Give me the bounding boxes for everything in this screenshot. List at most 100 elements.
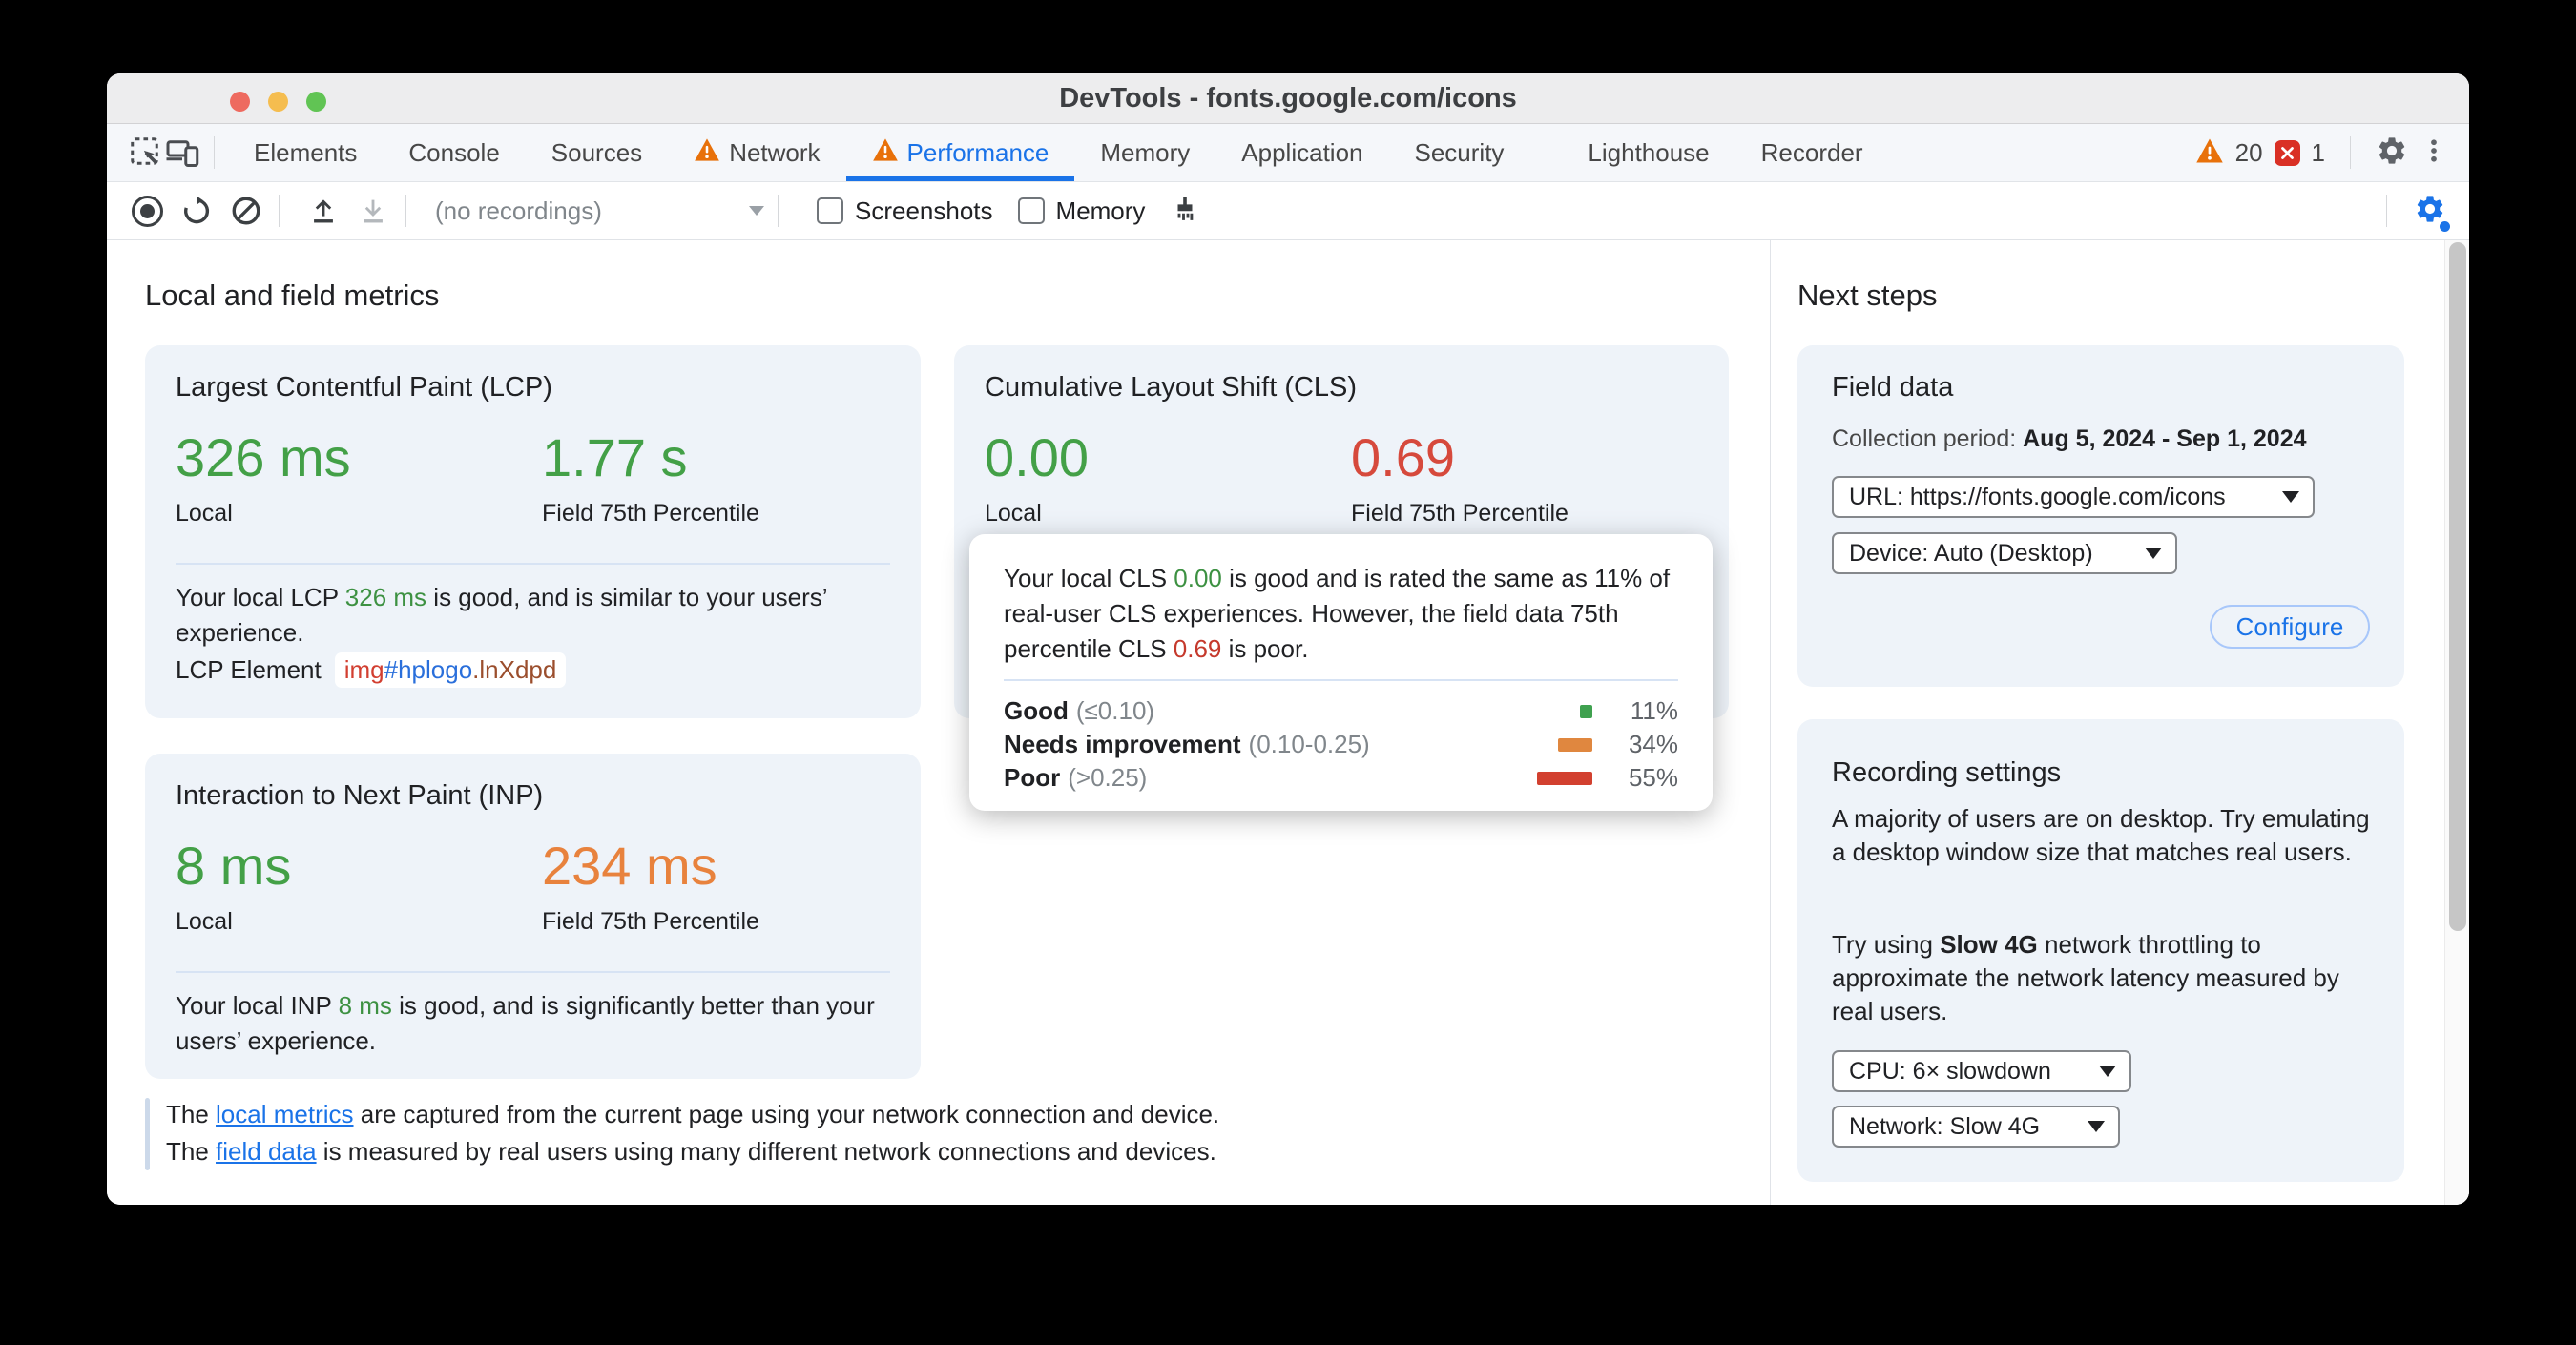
devtools-window: DevTools - fonts.google.com/icons Elemen… bbox=[107, 73, 2469, 1205]
poor-swatch bbox=[1537, 771, 1592, 785]
reload-and-record-button[interactable] bbox=[177, 192, 216, 230]
footer-line-2: The field data is measured by real users… bbox=[166, 1137, 1216, 1166]
settings-gear-icon[interactable] bbox=[2376, 134, 2408, 172]
settings-active-dot bbox=[2440, 220, 2450, 232]
inp-field-value-block: 234 ms Field 75th Percentile bbox=[542, 836, 759, 936]
titlebar: DevTools - fonts.google.com/icons bbox=[107, 73, 2469, 124]
record-button[interactable] bbox=[128, 192, 166, 230]
save-profile-icon[interactable] bbox=[354, 192, 392, 230]
footer-line-1: The local metrics are captured from the … bbox=[166, 1100, 1220, 1128]
field-data-title: Field data bbox=[1832, 372, 1954, 403]
errors-summary-icon[interactable] bbox=[2274, 139, 2300, 166]
distribution-row-poor: Poor (>0.25) 55% bbox=[1004, 763, 1678, 792]
lcp-metric-card: Largest Contentful Paint (LCP) 326 ms Lo… bbox=[145, 345, 921, 718]
screenshots-checkbox[interactable] bbox=[817, 197, 843, 224]
card-divider bbox=[176, 971, 890, 973]
lcp-local-value-block: 326 ms Local bbox=[176, 427, 351, 528]
chevron-down-icon bbox=[2088, 1121, 2105, 1132]
warnings-count: 20 bbox=[2234, 137, 2263, 167]
tab-security[interactable]: Security bbox=[1389, 124, 1530, 181]
field-device-select[interactable]: Device: Auto (Desktop) bbox=[1832, 532, 2177, 574]
memory-checkbox-group[interactable]: Memory bbox=[1017, 196, 1146, 226]
inp-field-value: 234 ms bbox=[542, 836, 717, 896]
cpu-throttling-select[interactable]: CPU: 6× slowdown bbox=[1832, 1050, 2131, 1092]
inp-local-label: Local bbox=[176, 908, 233, 935]
local-metrics-link[interactable]: local metrics bbox=[216, 1100, 353, 1128]
good-swatch bbox=[1580, 704, 1592, 718]
network-throttling-select[interactable]: Network: Slow 4G bbox=[1832, 1106, 2120, 1148]
next-steps-heading: Next steps bbox=[1797, 279, 1938, 312]
memory-label: Memory bbox=[1055, 196, 1146, 225]
configure-button[interactable]: Configure bbox=[2210, 605, 2370, 649]
cls-distribution-rows: Good (≤0.10) 11% Needs improvement (0.10-0… bbox=[1004, 694, 1678, 795]
inp-description: Your local INP 8 ms is good, and is sign… bbox=[176, 991, 875, 1055]
tab-memory[interactable]: Memory bbox=[1074, 124, 1215, 181]
cls-local-label: Local bbox=[985, 500, 1042, 527]
footer-note: The local metrics are captured from the … bbox=[166, 1096, 1219, 1170]
cls-field-value: 0.69 bbox=[1351, 427, 1455, 487]
page-title: Local and field metrics bbox=[145, 279, 440, 312]
memory-checkbox[interactable] bbox=[1017, 197, 1045, 224]
chevron-down-icon bbox=[2282, 491, 2299, 503]
cls-card-title: Cumulative Layout Shift (CLS) bbox=[985, 372, 1358, 403]
lcp-field-value-block: 1.77 s Field 75th Percentile bbox=[542, 427, 759, 528]
tab-performance[interactable]: Performance bbox=[845, 124, 1075, 181]
recording-settings-title: Recording settings bbox=[1832, 757, 2062, 788]
recording-settings-card: Recording settings A majority of users a… bbox=[1797, 719, 2404, 1182]
collection-period: Collection period: Aug 5, 2024 - Sep 1, … bbox=[1832, 425, 2307, 452]
cls-local-value-block: 0.00 Local bbox=[985, 427, 1089, 528]
collect-garbage-icon[interactable] bbox=[1166, 192, 1204, 230]
tab-recorder[interactable]: Recorder bbox=[1735, 124, 1889, 181]
device-toolbar-icon[interactable] bbox=[164, 134, 200, 171]
inspect-element-icon[interactable] bbox=[128, 134, 164, 171]
tab-sources[interactable]: Sources bbox=[526, 124, 668, 181]
performance-toolbar: (no recordings) Screenshots Memory bbox=[107, 182, 2469, 240]
inp-card-title: Interaction to Next Paint (INP) bbox=[176, 780, 544, 811]
field-data-link[interactable]: field data bbox=[216, 1137, 317, 1166]
lcp-element-label: LCP Element bbox=[176, 655, 322, 684]
distribution-row-good: Good (≤0.10) 11% bbox=[1004, 696, 1678, 725]
tab-console[interactable]: Console bbox=[383, 124, 525, 181]
chevron-down-icon bbox=[2145, 548, 2162, 559]
screenshots-label: Screenshots bbox=[855, 196, 993, 225]
card-divider bbox=[176, 563, 890, 565]
lcp-local-label: Local bbox=[176, 500, 233, 527]
window-title: DevTools - fonts.google.com/icons bbox=[1059, 83, 1517, 114]
cls-field-label: Field 75th Percentile bbox=[1351, 500, 1568, 527]
lcp-local-value: 326 ms bbox=[176, 427, 351, 487]
distribution-row-needs-improvement: Needs improvement (0.10-0.25) 34% bbox=[1004, 730, 1678, 758]
tab-network[interactable]: Network bbox=[668, 124, 845, 181]
kebab-menu-icon[interactable] bbox=[2420, 134, 2448, 172]
lcp-field-value: 1.77 s bbox=[542, 427, 688, 487]
toolbar-right-controls bbox=[2373, 193, 2469, 232]
cls-tooltip: Your local CLS 0.00 is good and is rated… bbox=[969, 534, 1713, 811]
cls-local-value: 0.00 bbox=[985, 427, 1089, 487]
tabbar-right-controls: 20 1 bbox=[2195, 134, 2469, 172]
errors-count: 1 bbox=[2311, 137, 2325, 167]
load-profile-icon[interactable] bbox=[304, 192, 343, 230]
tab-lighthouse[interactable]: Lighthouse bbox=[1562, 124, 1735, 181]
cls-field-value-block: 0.69 Field 75th Percentile bbox=[1351, 427, 1568, 528]
lcp-element-link[interactable]: img#hplogo.lnXdpd bbox=[334, 652, 567, 688]
clear-recordings-button[interactable] bbox=[227, 192, 265, 230]
inp-local-value: 8 ms bbox=[176, 836, 292, 896]
recordings-dropdown[interactable]: (no recordings) bbox=[435, 197, 764, 226]
scrollbar-thumb[interactable] bbox=[2449, 242, 2466, 931]
tabbar-separator bbox=[214, 136, 215, 169]
lcp-description: Your local LCP 326 ms is good, and is si… bbox=[176, 583, 827, 647]
scrollbar-track[interactable] bbox=[2444, 240, 2469, 1205]
tab-elements[interactable]: Elements bbox=[228, 124, 383, 181]
screenshots-checkbox-group[interactable]: Screenshots bbox=[817, 197, 993, 226]
devtools-tabbar: Elements Console Sources Network Perform… bbox=[107, 124, 2469, 182]
recordings-dropdown-value: (no recordings) bbox=[435, 196, 602, 225]
lcp-field-label: Field 75th Percentile bbox=[542, 500, 759, 527]
chevron-down-icon bbox=[2099, 1066, 2116, 1077]
lcp-element-row: LCP Element img#hplogo.lnXdpd bbox=[176, 652, 567, 688]
recording-settings-para2: Try using Slow 4G network throttling to … bbox=[1832, 930, 2339, 1025]
tab-application[interactable]: Application bbox=[1215, 124, 1388, 181]
lcp-card-title: Largest Contentful Paint (LCP) bbox=[176, 372, 552, 403]
field-url-select[interactable]: URL: https://fonts.google.com/icons bbox=[1832, 476, 2315, 518]
warnings-summary-icon[interactable] bbox=[2195, 137, 2224, 169]
needs-improvement-swatch bbox=[1558, 737, 1592, 752]
capture-settings-gear-icon[interactable] bbox=[2414, 193, 2450, 232]
